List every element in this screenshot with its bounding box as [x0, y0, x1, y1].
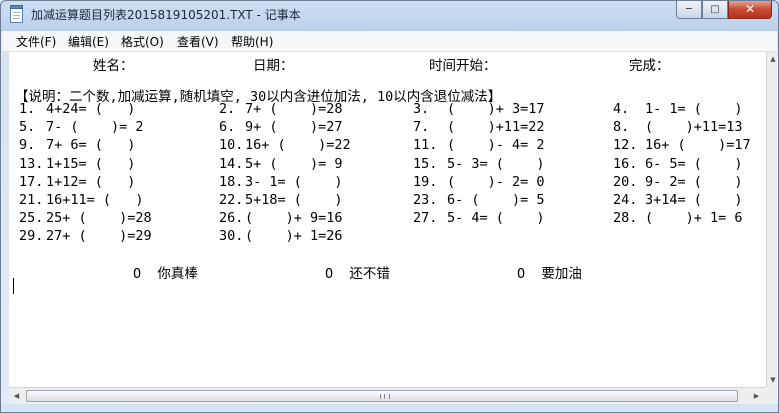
problem-number: 9.: [19, 137, 36, 153]
problem-expression: 5- 3= ( ): [447, 156, 545, 172]
problem-number: 7.: [413, 119, 430, 135]
text-caret: [13, 278, 14, 294]
problem-expression: ( )+ 1=26: [245, 228, 343, 244]
rating-great: O 你真棒: [133, 266, 198, 282]
problem-number: 15.: [413, 156, 438, 172]
problem-number: 21.: [19, 192, 44, 208]
notepad-icon: [10, 5, 23, 23]
done-label: 完成：: [629, 58, 670, 74]
problem-expression: 5+ ( )= 9: [245, 156, 343, 172]
problem-expression: ( )- 4= 2: [447, 137, 545, 153]
scroll-left-arrow[interactable]: ◀: [9, 389, 24, 403]
problem-number: 24.: [613, 192, 638, 208]
problem-expression: 7+ 6= ( ): [46, 137, 136, 153]
problem-expression: 5- 4= ( ): [447, 210, 545, 226]
maximize-button[interactable]: □: [702, 1, 728, 19]
size-grip[interactable]: [766, 387, 778, 404]
problem-expression: ( )- 2= 0: [447, 174, 545, 190]
text-editor[interactable]: 姓名： 日期： 时间开始： 完成： 【说明：二个数,加减运算,随机填空, 30以…: [9, 52, 766, 387]
problem-number: 28.: [613, 210, 638, 226]
horizontal-scrollbar[interactable]: ◀ ▶: [9, 387, 766, 404]
menu-bar: 文件(F) 编辑(E) 格式(O) 查看(V) 帮助(H): [2, 31, 777, 52]
problem-expression: 16+ ( )=22: [245, 137, 351, 153]
problem-expression: 6- 5= ( ): [645, 156, 743, 172]
notepad-window: 加减运算题目列表2015819105201.TXT - 记事本 ─ □ ✕ 文件…: [0, 0, 779, 413]
problem-number: 18.: [219, 174, 244, 190]
horizontal-scroll-thumb[interactable]: [26, 390, 738, 402]
problem-expression: 5+18= ( ): [245, 192, 343, 208]
problem-expression: 1+15= ( ): [46, 156, 136, 172]
scroll-up-arrow[interactable]: ▲: [767, 52, 778, 66]
problem-expression: ( )+ 9=16: [245, 210, 343, 226]
problem-number: 13.: [19, 156, 44, 172]
problem-expression: 25+ ( )=28: [46, 210, 152, 226]
problem-expression: 1- 1= ( ): [645, 101, 743, 117]
problem-expression: 9+ ( )=27: [245, 119, 343, 135]
problem-number: 26.: [219, 210, 244, 226]
problem-expression: 3+14= ( ): [645, 192, 743, 208]
problem-number: 3.: [413, 101, 430, 117]
problem-number: 5.: [19, 119, 36, 135]
problem-number: 14.: [219, 156, 244, 172]
scroll-down-arrow[interactable]: ▼: [767, 373, 778, 387]
scroll-right-arrow[interactable]: ▶: [749, 389, 764, 403]
title-bar[interactable]: 加减运算题目列表2015819105201.TXT - 记事本 ─ □ ✕: [1, 1, 778, 28]
menu-edit[interactable]: 编辑(E): [68, 33, 109, 50]
problem-expression: 16+ ( )=17: [645, 137, 751, 153]
menu-format[interactable]: 格式(O): [121, 33, 164, 50]
vertical-scrollbar[interactable]: ▲ ▼: [766, 52, 778, 387]
problem-number: 11.: [413, 137, 438, 153]
problem-number: 10.: [219, 137, 244, 153]
problem-expression: ( )+11=13: [645, 119, 743, 135]
problem-number: 6.: [219, 119, 236, 135]
window-title: 加减运算题目列表2015819105201.TXT - 记事本: [31, 8, 301, 22]
problem-number: 8.: [613, 119, 630, 135]
problem-expression: 1+12= ( ): [46, 174, 136, 190]
problem-number: 27.: [413, 210, 438, 226]
window-frame-bottom: [1, 404, 778, 412]
problem-expression: 6- ( )= 5: [447, 192, 545, 208]
problem-number: 17.: [19, 174, 44, 190]
rating-try-harder: O 要加油: [517, 266, 582, 282]
minimize-button[interactable]: ─: [676, 1, 702, 19]
caption-buttons: ─ □ ✕: [676, 1, 772, 20]
menu-view[interactable]: 查看(V): [177, 33, 219, 50]
problem-expression: 27+ ( )=29: [46, 228, 152, 244]
thumb-grip: [380, 394, 390, 399]
problem-expression: 16+11= ( ): [46, 192, 144, 208]
problem-number: 19.: [413, 174, 438, 190]
problem-number: 2.: [219, 101, 236, 117]
problem-expression: ( )+ 1= 6: [645, 210, 743, 226]
name-label: 姓名：: [93, 58, 134, 74]
problem-number: 29.: [19, 228, 44, 244]
problem-expression: ( )+11=22: [447, 119, 545, 135]
problem-number: 16.: [613, 156, 638, 172]
problem-expression: 9- 2= ( ): [645, 174, 743, 190]
rating-good: O 还不错: [325, 266, 390, 282]
problem-number: 23.: [413, 192, 438, 208]
problem-number: 30.: [219, 228, 244, 244]
problem-number: 20.: [613, 174, 638, 190]
close-button[interactable]: ✕: [728, 1, 772, 19]
start-time-label: 时间开始：: [429, 58, 497, 74]
problem-expression: 7+ ( )=28: [245, 101, 343, 117]
menu-file[interactable]: 文件(F): [16, 33, 56, 50]
problem-number: 25.: [19, 210, 44, 226]
problem-expression: 7- ( )= 2: [46, 119, 144, 135]
date-label: 日期：: [253, 58, 294, 74]
menu-help[interactable]: 帮助(H): [231, 33, 273, 50]
problem-expression: 3- 1= ( ): [245, 174, 343, 190]
problem-number: 1.: [19, 101, 36, 117]
problem-number: 4.: [613, 101, 630, 117]
problem-expression: 4+24= ( ): [46, 101, 136, 117]
problem-number: 12.: [613, 137, 638, 153]
problem-expression: ( )+ 3=17: [447, 101, 545, 117]
problem-number: 22.: [219, 192, 244, 208]
